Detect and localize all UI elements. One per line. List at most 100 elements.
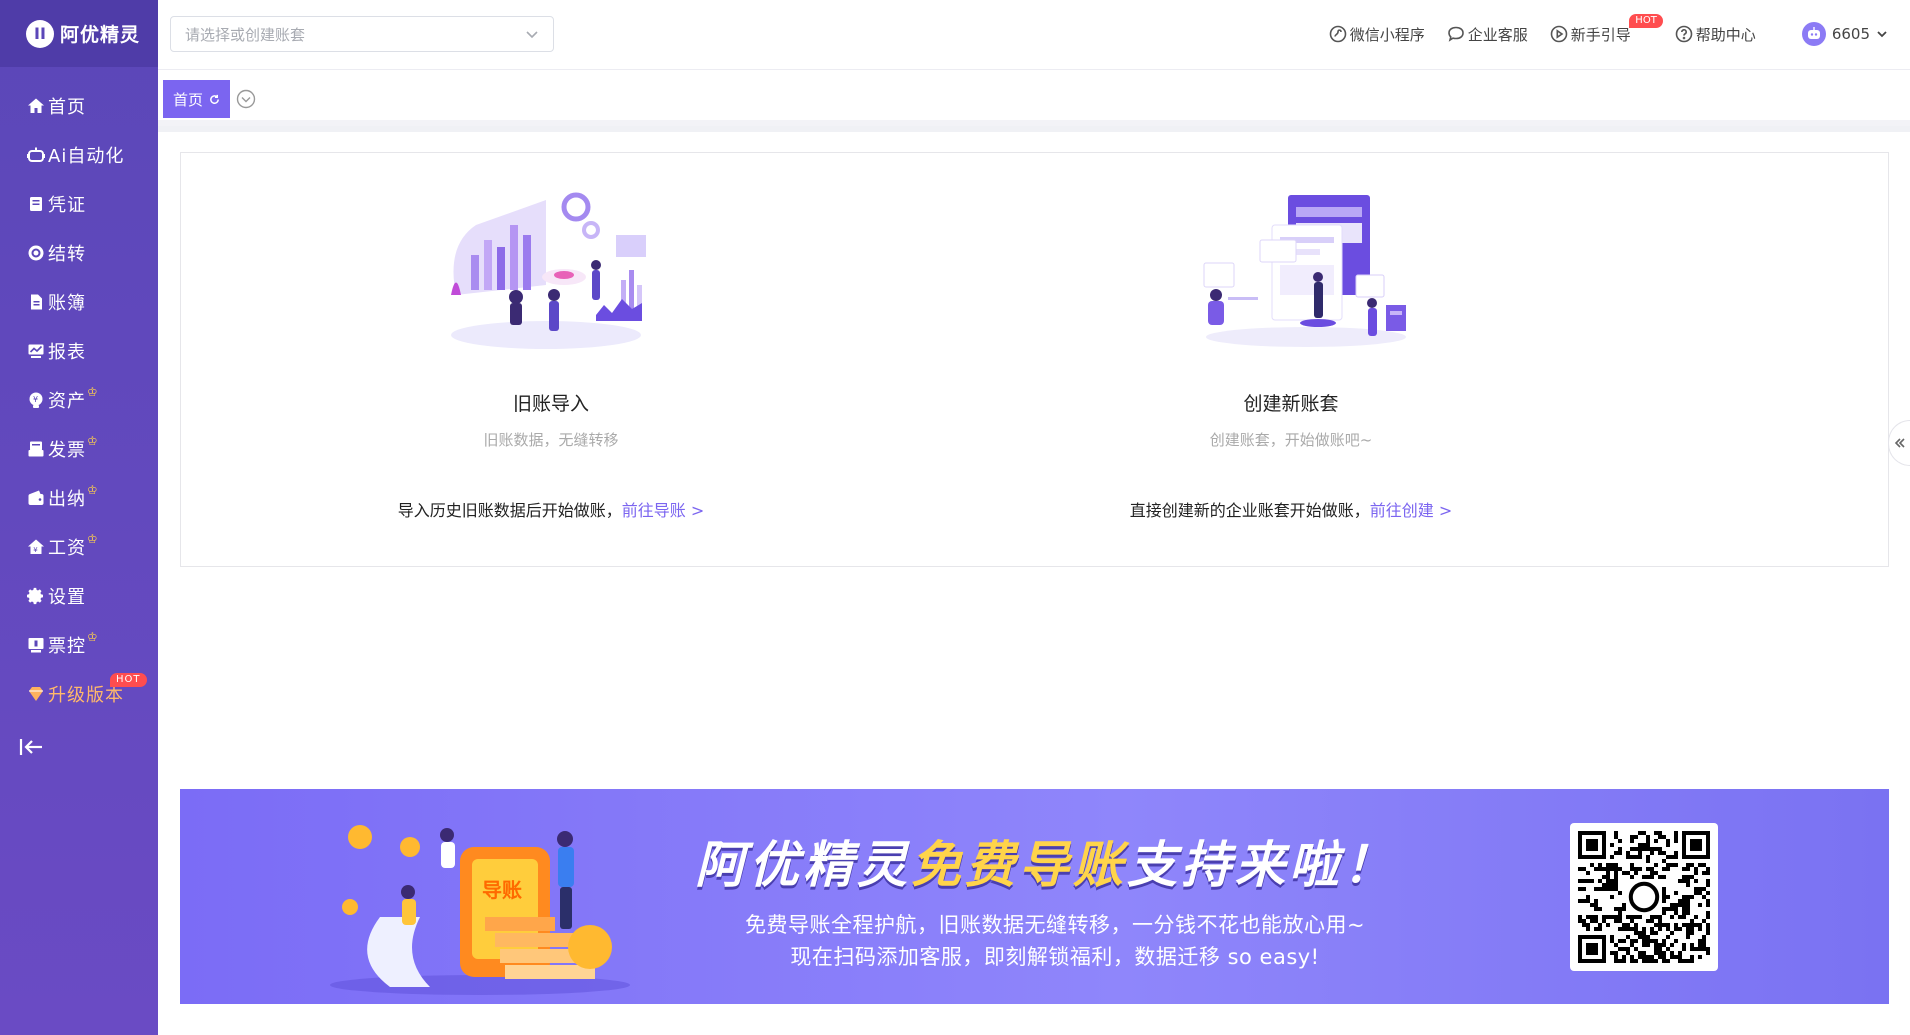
customer-service-label: 企业客服 — [1467, 25, 1528, 44]
qr-code-image — [1578, 831, 1710, 963]
double-chevron-left-icon — [1894, 438, 1905, 448]
upgrade-icon — [26, 684, 46, 704]
invoice-icon — [26, 439, 46, 459]
sidebar-item-label: 结转 — [48, 243, 86, 265]
go-create-link[interactable]: 前往创建 > — [1370, 501, 1453, 520]
sidebar-item-7[interactable]: 发票 ♔ — [0, 424, 158, 473]
customer-service-link[interactable]: 企业客服 — [1447, 24, 1528, 45]
hot-badge: HOT — [110, 673, 147, 687]
mini-program-label: 微信小程序 — [1349, 25, 1425, 44]
account-select[interactable]: 请选择或创建账套 — [170, 16, 554, 52]
tab-home-label: 首页 — [173, 90, 204, 109]
mini-program-link[interactable]: 微信小程序 — [1329, 24, 1425, 45]
collapse-left-icon — [19, 739, 42, 755]
sidebar-item-9[interactable]: ¥ 工资 ♔ — [0, 522, 158, 571]
home-icon — [26, 96, 46, 116]
card-title: 创建新账套 — [1243, 393, 1339, 415]
main-content: 旧账导入 旧账数据，无缝转移 导入历史旧账数据后开始做账，前往导账 > 创建新账… — [158, 132, 1910, 1035]
sidebar-item-label: 首页 — [48, 96, 86, 118]
go-import-link[interactable]: 前往导账 > — [622, 501, 705, 520]
import-data-illustration — [451, 192, 646, 349]
free-import-banner[interactable]: 导账 阿优精灵免费导账支持来啦！ 免费导账全程护航，旧账数据无缝转移，一分钱不花… — [180, 789, 1889, 1004]
banner-title: 阿优精灵免费导账支持来啦！ — [695, 825, 1397, 897]
gear-icon — [26, 586, 46, 606]
create-new-books-card[interactable]: 创建新账套 创建账套，开始做账吧~ 直接创建新的企业账套开始做账，前往创建 > — [921, 153, 1661, 568]
card-description: 导入历史旧账数据后开始做账，前往导账 > — [181, 497, 921, 521]
sidebar-item-8[interactable]: 出纳 ♔ — [0, 473, 158, 522]
robot-avatar-icon — [1807, 27, 1820, 39]
collapse-sidebar-button[interactable] — [18, 736, 46, 760]
customer-service-qr-code — [1570, 823, 1718, 971]
card-description: 直接创建新的企业账套开始做账，前往创建 > — [921, 497, 1661, 521]
top-bar: 请选择或创建账套 微信小程序 企业客服 新手引导 HOT 帮助中心 6605 — [158, 0, 1910, 70]
carryover-icon — [26, 243, 46, 263]
banner-line-1: 免费导账全程护航，旧账数据无缝转移，一分钱不花也能放心用~ — [744, 913, 1366, 937]
tab-options-button[interactable] — [236, 89, 256, 109]
mini-program-icon — [1329, 25, 1347, 43]
sidebar-item-6[interactable]: ¥ 资产 ♔ — [0, 375, 158, 424]
sidebar-nav: 首页 Ai自动化 凭证 结转 账簿 报表 ¥ 资产 ♔ 发票 ♔ 出纳 ♔ ¥ 工资 ♔ 设置 票控 ♔ 升级版本 HO… — [0, 67, 158, 718]
crown-icon: ♔ — [87, 629, 99, 644]
crown-icon: ♔ — [87, 482, 99, 497]
sidebar-item-label: 账簿 — [48, 292, 86, 314]
account-select-placeholder: 请选择或创建账套 — [185, 25, 306, 44]
svg-text:¥: ¥ — [33, 395, 39, 404]
sidebar-item-label: 票控 — [48, 635, 86, 657]
side-panel-toggle[interactable] — [1888, 420, 1910, 466]
banner-card-text: 导账 — [482, 878, 522, 902]
banner-title-part: 支持来啦！ — [1127, 836, 1397, 894]
logo-text: 阿优精灵 — [60, 24, 141, 46]
sidebar-item-4[interactable]: 账簿 — [0, 277, 158, 326]
sidebar-item-1[interactable]: Ai自动化 — [0, 130, 158, 179]
upgrade-version-button[interactable]: 升级版本 HOT — [0, 669, 158, 718]
banner-illustration: 导账 — [330, 825, 630, 995]
chevron-down-icon — [1877, 31, 1887, 38]
sidebar-item-label: 出纳 — [48, 488, 86, 510]
voucher-icon — [26, 194, 46, 214]
app-logo[interactable]: II 阿优精灵 — [0, 0, 158, 67]
chevron-down-icon — [526, 31, 538, 39]
help-center-label: 帮助中心 — [1695, 25, 1756, 44]
ticket-control-icon — [26, 635, 46, 655]
crown-icon: ♔ — [87, 384, 99, 399]
sidebar-item-5[interactable]: 报表 — [0, 326, 158, 375]
play-icon — [1550, 25, 1568, 43]
salary-icon: ¥ — [26, 537, 46, 557]
sidebar-item-label: 工资 — [48, 537, 86, 559]
circle-chevron-down-icon — [236, 89, 256, 109]
sidebar-item-label: 资产 — [48, 390, 86, 412]
crown-icon: ♔ — [87, 531, 99, 546]
sidebar-item-label: 报表 — [48, 341, 86, 363]
top-links: 微信小程序 企业客服 新手引导 HOT 帮助中心 6605 — [1329, 0, 1910, 68]
sidebar-item-2[interactable]: 凭证 — [0, 179, 158, 228]
svg-text:¥: ¥ — [33, 546, 38, 554]
hot-badge: HOT — [1629, 13, 1663, 28]
avatar — [1801, 22, 1826, 46]
asset-icon: ¥ — [26, 390, 46, 410]
sidebar: II 阿优精灵 首页 Ai自动化 凭证 结转 账簿 报表 ¥ 资产 ♔ 发票 ♔ 出纳 ♔ ¥ 工资 ♔ 设置票… — [0, 0, 158, 1035]
sidebar-item-label: Ai自动化 — [48, 145, 125, 167]
refresh-icon — [210, 94, 219, 104]
banner-line-2: 现在扫码添加客服，即刻解锁福利，数据迁移 so easy! — [790, 945, 1320, 969]
card-subtitle: 旧账数据，无缝转移 — [483, 431, 619, 449]
start-options: 旧账导入 旧账数据，无缝转移 导入历史旧账数据后开始做账，前往导账 > 创建新账… — [180, 152, 1889, 567]
user-menu[interactable]: 6605 — [1801, 22, 1888, 46]
ledger-icon — [26, 292, 46, 312]
import-old-books-card[interactable]: 旧账导入 旧账数据，无缝转移 导入历史旧账数据后开始做账，前往导账 > — [181, 153, 921, 568]
logo-mark: II — [26, 19, 54, 48]
beginner-guide-label: 新手引导 — [1570, 25, 1631, 44]
sidebar-item-10[interactable]: 设置 — [0, 571, 158, 620]
crown-icon: ♔ — [87, 433, 99, 448]
tab-home[interactable]: 首页 — [163, 80, 231, 118]
help-center-link[interactable]: 帮助中心 — [1675, 24, 1756, 45]
user-id: 6605 — [1831, 25, 1870, 43]
sidebar-item-3[interactable]: 结转 — [0, 228, 158, 277]
sidebar-item-label: 设置 — [48, 586, 86, 608]
banner-title-part: 阿优精灵 — [695, 836, 911, 894]
beginner-guide-link[interactable]: 新手引导 HOT — [1550, 13, 1663, 45]
help-icon — [1675, 25, 1693, 43]
sidebar-item-0[interactable]: 首页 — [0, 81, 158, 130]
create-account-illustration — [1203, 195, 1406, 347]
card-title: 旧账导入 — [512, 393, 589, 415]
sidebar-item-11[interactable]: 票控 ♔ — [0, 620, 158, 669]
